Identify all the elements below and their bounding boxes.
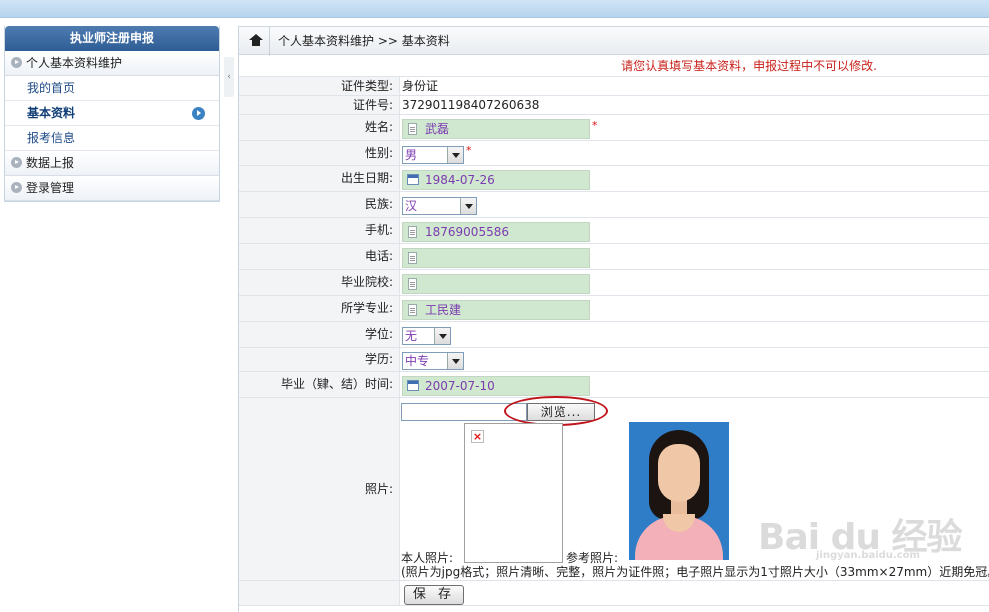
sidebar: 执业师注册申报 个人基本资料维护 我的首页 基本资料 报考信息 数据上报 登录管… xyxy=(4,26,220,202)
birth-date-input[interactable]: 1984-07-26 xyxy=(402,169,590,190)
gender-select[interactable]: 男 xyxy=(402,145,464,164)
reference-photo xyxy=(629,422,729,560)
field-label xyxy=(239,581,400,605)
sidebar-title: 执业师注册申报 xyxy=(5,26,219,51)
field-label: 姓名: xyxy=(239,115,400,140)
sidebar-section-label: 个人基本资料维护 xyxy=(26,56,123,70)
field-label: 毕业（肄、结）时间: xyxy=(239,372,400,397)
required-mark: * xyxy=(466,144,472,157)
text-field-icon xyxy=(408,122,417,135)
field-label: 电话: xyxy=(239,244,400,269)
save-button[interactable]: 保 存 xyxy=(404,585,464,605)
notice-text: 请您认真填写基本资料，申报过程中不可以修改. xyxy=(239,55,989,77)
form-row-school: 毕业院校: xyxy=(239,270,989,296)
chevron-down-icon xyxy=(447,146,463,163)
field-label: 出生日期: xyxy=(239,166,400,191)
sidebar-section-profile[interactable]: 个人基本资料维护 xyxy=(5,51,219,76)
expand-arrow-icon xyxy=(11,57,22,68)
sidebar-section-label: 登录管理 xyxy=(26,181,75,195)
field-label: 证件类型: xyxy=(239,77,400,95)
mobile-input[interactable]: 18769005586 xyxy=(402,221,590,242)
field-label: 学历: xyxy=(239,348,400,371)
form-row-birth-date: 出生日期: 1984-07-26 xyxy=(239,166,989,192)
sidebar-section-label: 数据上报 xyxy=(26,156,75,170)
form-row-gender: 性别: 男 * xyxy=(239,141,989,166)
sidebar-section-data-report[interactable]: 数据上报 xyxy=(5,151,219,176)
text-field-icon xyxy=(408,225,417,238)
form-row-id-number: 证件号: 372901198407260638 xyxy=(239,96,989,115)
form-row-save: 保 存 xyxy=(239,581,989,606)
major-input[interactable]: 工民建 xyxy=(402,299,590,320)
baidu-watermark-logo: Bai du 经验 jingyan.baidu.com xyxy=(758,517,963,561)
expand-arrow-icon xyxy=(11,157,22,168)
school-input[interactable] xyxy=(402,273,590,294)
calendar-icon xyxy=(407,379,419,391)
sidebar-item-home[interactable]: 我的首页 xyxy=(5,76,219,101)
chevron-down-icon xyxy=(434,327,450,344)
id-type-value: 身份证 xyxy=(402,79,439,93)
breadcrumb: 个人基本资料维护 >> 基本资料 xyxy=(239,26,989,56)
expand-arrow-icon xyxy=(11,182,22,193)
chevron-down-icon xyxy=(460,197,476,214)
name-input[interactable]: 武磊 xyxy=(402,118,590,139)
text-field-icon xyxy=(408,303,417,316)
field-label: 民族: xyxy=(239,192,400,217)
field-label: 性别: xyxy=(239,141,400,165)
breadcrumb-divider xyxy=(269,27,270,56)
top-banner xyxy=(0,0,989,18)
education-select[interactable]: 中专 xyxy=(402,351,464,370)
sidebar-item-label: 基本资料 xyxy=(27,106,76,120)
sidebar-item-basic-info[interactable]: 基本资料 xyxy=(5,101,219,126)
required-mark: * xyxy=(592,119,598,132)
form-row-grad-date: 毕业（肄、结）时间: 2007-07-10 xyxy=(239,372,989,398)
chevron-down-icon xyxy=(447,352,463,369)
field-label: 所学专业: xyxy=(239,296,400,321)
sidebar-section-login-mgmt[interactable]: 登录管理 xyxy=(5,176,219,201)
field-label: 毕业院校: xyxy=(239,270,400,295)
field-label: 学位: xyxy=(239,322,400,347)
photo-requirements-note: (照片为jpg格式；照片清晰、完整，照片为证件照；电子照片显示为1寸照片大小（3… xyxy=(401,565,989,579)
field-label: 照片: xyxy=(239,398,400,580)
grad-date-input[interactable]: 2007-07-10 xyxy=(402,375,590,396)
form-row-name: 姓名: 武磊 * xyxy=(239,115,989,141)
breadcrumb-text: 个人基本资料维护 >> 基本资料 xyxy=(278,34,450,48)
form-row-mobile: 手机: 18769005586 xyxy=(239,218,989,244)
field-label: 手机: xyxy=(239,218,400,243)
text-field-icon xyxy=(408,277,417,290)
calendar-icon xyxy=(407,173,419,185)
degree-select[interactable]: 无 xyxy=(402,326,451,345)
ethnicity-select[interactable]: 汉 xyxy=(402,196,477,215)
sidebar-collapse-handle[interactable]: ‹ xyxy=(224,57,234,97)
form-row-phone: 电话: xyxy=(239,244,989,270)
id-number-value: 372901198407260638 xyxy=(402,98,540,112)
form-row-id-type: 证件类型: 身份证 xyxy=(239,77,989,96)
arrow-right-icon xyxy=(192,107,205,120)
phone-input[interactable] xyxy=(402,247,590,268)
broken-image-icon: × xyxy=(471,430,484,443)
form-row-ethnicity: 民族: 汉 xyxy=(239,192,989,218)
home-icon[interactable] xyxy=(249,33,263,46)
field-label: 证件号: xyxy=(239,96,400,114)
form-row-education: 学历: 中专 xyxy=(239,348,989,372)
form-row-major: 所学专业: 工民建 xyxy=(239,296,989,322)
sidebar-item-exam-info[interactable]: 报考信息 xyxy=(5,126,219,151)
form-row-degree: 学位: 无 xyxy=(239,322,989,348)
highlight-ellipse xyxy=(504,396,608,426)
own-photo-preview: × xyxy=(464,423,563,563)
text-field-icon xyxy=(408,251,417,264)
